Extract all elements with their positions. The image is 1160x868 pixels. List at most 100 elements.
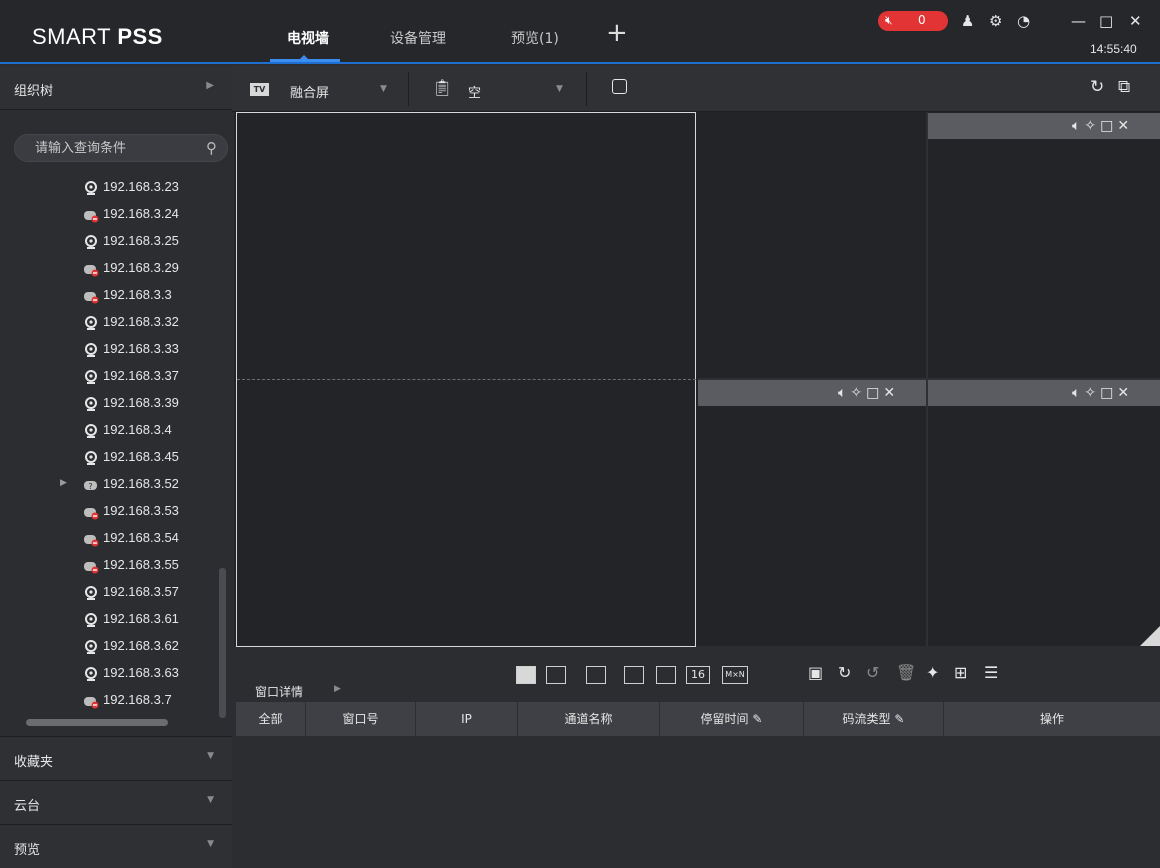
maximize-icon[interactable]: □ [1099, 12, 1113, 30]
wall-mode-select[interactable]: 融合屏 [290, 82, 329, 101]
section-preview[interactable]: 预览 ▼ [0, 824, 232, 868]
add-tab-button[interactable]: + [606, 20, 628, 46]
window-bar-top-right: 🔈︎✧□✕ [928, 113, 1160, 139]
plan-icon: 📋︎ [432, 78, 453, 97]
chevron-down-icon: ▼ [207, 795, 214, 805]
split-6-icon[interactable] [586, 666, 606, 684]
org-tree-header[interactable]: 组织树 ▶ [0, 66, 232, 110]
split-16-icon[interactable]: 16 [686, 666, 710, 684]
split-mxn-icon[interactable]: M×N [722, 666, 748, 684]
device-tree-item[interactable]: 192.168.3.54 [0, 525, 218, 552]
alarm-badge[interactable]: 🔇︎ 0 [878, 11, 948, 31]
tab-device-management[interactable]: 设备管理 [390, 28, 446, 48]
window-controls[interactable]: 🔈︎✧□✕ [838, 385, 899, 401]
device-tree-item[interactable]: 192.168.3.33 [0, 336, 218, 363]
expand-icon[interactable]: ▶ [60, 478, 67, 488]
minimize-icon[interactable]: — [1071, 12, 1086, 30]
plan-select[interactable]: 空 [468, 82, 481, 101]
column-channel-name: 通道名称 [518, 702, 660, 736]
edit-icon[interactable]: ✎ [894, 712, 904, 726]
maximize-window-icon[interactable]: □ [1100, 385, 1117, 401]
audio-icon[interactable]: 🔈︎ [1072, 118, 1084, 134]
chevron-down-icon[interactable]: ▼ [556, 84, 563, 94]
device-tree: 192.168.3.23 192.168.3.24 192.168.3.25 192.… [0, 176, 218, 716]
split-1-icon[interactable] [516, 666, 536, 684]
audio-icon[interactable]: 🔈︎ [838, 385, 850, 401]
clear-icon[interactable]: ✦ [926, 663, 939, 682]
tab-preview[interactable]: 预览(1) [511, 28, 559, 48]
chevron-right-icon: ▶ [334, 684, 341, 694]
layout-switch-icon[interactable]: ⧉ [1118, 77, 1130, 97]
device-tree-item[interactable]: 192.168.3.53 [0, 498, 218, 525]
screen-on-icon[interactable]: ▣ [808, 663, 823, 682]
user-icon[interactable]: ♟︎ [961, 12, 974, 30]
device-tree-item[interactable]: 192.168.3.61 [0, 606, 218, 633]
window-detail-tab[interactable]: 窗口详情 ▶ [236, 676, 362, 702]
search-icon[interactable]: ⚲ [206, 139, 217, 157]
dwell-time-label: 停留时间 [700, 712, 749, 726]
device-tree-item[interactable]: 192.168.3.62 [0, 633, 218, 660]
close-window-icon[interactable]: ✕ [1117, 118, 1133, 134]
rotate-icon[interactable]: ↻ [838, 663, 851, 682]
device-tree-item[interactable]: 192.168.3.39 [0, 390, 218, 417]
device-tree-item[interactable]: 192.168.3.45 [0, 444, 218, 471]
device-tree-item[interactable]: 192.168.3.4 [0, 417, 218, 444]
device-tree-item[interactable]: 192.168.3.37 [0, 363, 218, 390]
device-tree-item[interactable]: ▶? 192.168.3.52 [0, 471, 218, 498]
list-icon[interactable]: ☰ [984, 663, 998, 682]
section-ptz[interactable]: 云台 ▼ [0, 780, 232, 824]
device-tree-item[interactable]: 192.168.3.32 [0, 309, 218, 336]
move-icon[interactable]: ✧ [850, 385, 866, 401]
tree-scrollbar-thumb[interactable] [219, 568, 226, 718]
device-ip-label: 192.168.3.57 [103, 584, 179, 599]
column-all[interactable]: 全部 [236, 702, 306, 736]
close-icon[interactable]: ✕ [1129, 12, 1142, 30]
device-ip-label: 192.168.3.24 [103, 206, 179, 221]
camera-online-icon [83, 369, 99, 385]
split-4-icon[interactable] [546, 666, 566, 684]
device-tree-item[interactable]: 192.168.3.24 [0, 201, 218, 228]
close-window-icon[interactable]: ✕ [1117, 385, 1133, 401]
window-controls[interactable]: 🔈︎✧□✕ [1072, 385, 1133, 401]
tree-horizontal-scrollbar[interactable] [26, 719, 168, 726]
camera-offline-icon [83, 504, 99, 520]
move-icon[interactable]: ✧ [1084, 385, 1100, 401]
maximize-window-icon[interactable]: □ [1100, 118, 1117, 134]
camera-online-icon [83, 450, 99, 466]
maximize-window-icon[interactable]: □ [866, 385, 883, 401]
tv-icon: TV [250, 83, 269, 96]
device-tree-item[interactable]: 192.168.3.55 [0, 552, 218, 579]
move-icon[interactable]: ✧ [1084, 118, 1100, 134]
device-tree-item[interactable]: 192.168.3.57 [0, 579, 218, 606]
camera-online-icon [83, 180, 99, 196]
refresh-settings-icon[interactable]: ↻ [1090, 77, 1104, 97]
device-tree-item[interactable]: 192.168.3.23 [0, 176, 218, 201]
device-tree-item[interactable]: 192.168.3.3 [0, 282, 218, 309]
split-9-icon[interactable] [656, 666, 676, 684]
edit-icon[interactable]: ✎ [752, 712, 762, 726]
device-tree-item[interactable]: 192.168.3.29 [0, 255, 218, 282]
resize-corner-icon[interactable] [1140, 626, 1160, 646]
grid-icon[interactable]: ⊞ [954, 663, 967, 682]
chevron-down-icon[interactable]: ▼ [380, 84, 387, 94]
toolbar-divider [586, 72, 587, 106]
save-icon[interactable] [612, 79, 627, 94]
close-window-icon[interactable]: ✕ [883, 385, 899, 401]
device-tree-item[interactable]: 192.168.3.63 [0, 660, 218, 687]
search-input[interactable] [35, 139, 195, 157]
device-tree-item[interactable]: 192.168.3.7 [0, 687, 218, 714]
performance-gauge-icon[interactable]: ◔︎ [1017, 12, 1030, 30]
device-search-box[interactable]: ⚲ [14, 134, 228, 162]
tab-tv-wall[interactable]: 电视墙 [287, 28, 329, 48]
settings-icon[interactable]: ⚙︎ [989, 12, 1002, 30]
split-8-icon[interactable] [624, 666, 644, 684]
window-controls[interactable]: 🔈︎✧□✕ [1072, 118, 1133, 134]
column-ip: IP [416, 702, 518, 736]
column-dwell-time: 停留时间 ✎ [660, 702, 804, 736]
audio-icon[interactable]: 🔈︎ [1072, 385, 1084, 401]
camera-online-icon [83, 315, 99, 331]
section-favorites[interactable]: 收藏夹 ▼ [0, 736, 232, 780]
camera-online-icon [83, 342, 99, 358]
device-tree-item[interactable]: 192.168.3.25 [0, 228, 218, 255]
column-stream-type: 码流类型 ✎ [804, 702, 944, 736]
